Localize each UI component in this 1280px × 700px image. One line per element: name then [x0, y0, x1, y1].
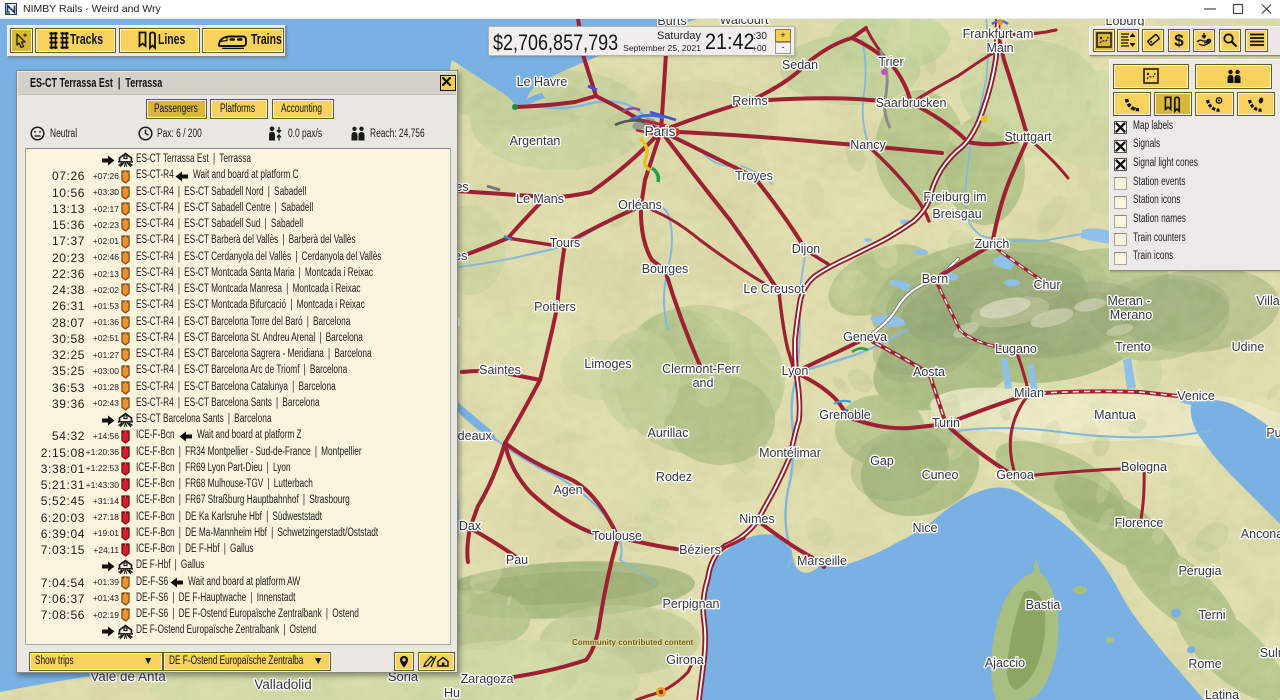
svg-text:Freiburg im: Freiburg im [923, 190, 986, 204]
svg-text:Trier: Trier [878, 55, 903, 69]
svg-text:Turin: Turin [932, 416, 960, 430]
svg-text:Reims: Reims [732, 94, 767, 108]
svg-text:Aurillac: Aurillac [648, 426, 689, 440]
svg-text:Genoa: Genoa [996, 468, 1034, 482]
svg-text:Hu: Hu [444, 686, 460, 700]
svg-text:Meran -: Meran - [1107, 294, 1150, 308]
svg-text:Béziers: Béziers [679, 543, 721, 557]
svg-text:Florence: Florence [1115, 516, 1164, 530]
svg-text:Latina: Latina [1205, 688, 1239, 700]
svg-text:Pu: Pu [1266, 426, 1280, 440]
svg-text:Bourges: Bourges [642, 262, 689, 276]
svg-text:Udine: Udine [1232, 340, 1265, 354]
svg-text:Troyes: Troyes [735, 169, 773, 183]
svg-text:Breisgau: Breisgau [932, 207, 981, 221]
svg-text:Rome: Rome [1188, 657, 1221, 671]
svg-text:Poitiers: Poitiers [534, 300, 576, 314]
svg-text:Bologna: Bologna [1121, 460, 1167, 474]
svg-text:Perugia: Perugia [1178, 564, 1221, 578]
svg-text:Girona: Girona [666, 653, 704, 667]
svg-text:Merano: Merano [1110, 308, 1152, 322]
svg-text:Stuttgart: Stuttgart [1004, 130, 1052, 144]
svg-text:Marseille: Marseille [797, 554, 847, 568]
svg-text:Main: Main [986, 41, 1013, 55]
svg-text:Le Creusot: Le Creusot [743, 282, 805, 296]
svg-text:Toulouse: Toulouse [592, 529, 642, 543]
svg-text:Le Havre: Le Havre [517, 75, 568, 89]
svg-text:Sedan: Sedan [782, 58, 818, 72]
svg-text:Aosta: Aosta [913, 365, 945, 379]
svg-text:Venice: Venice [1177, 389, 1215, 403]
svg-text:Saarbrucken: Saarbrucken [876, 96, 947, 110]
svg-text:Mantua: Mantua [1094, 408, 1136, 422]
svg-text:Nimes: Nimes [739, 512, 774, 526]
svg-text:Montélimar: Montélimar [759, 446, 821, 460]
svg-text:Frankfurt am: Frankfurt am [963, 27, 1034, 41]
svg-text:Zaragoza: Zaragoza [461, 672, 514, 686]
svg-text:Terni: Terni [1198, 608, 1225, 622]
svg-text:Zurich: Zurich [975, 237, 1010, 251]
svg-text:Le Mans: Le Mans [516, 192, 564, 206]
svg-text:Dijon: Dijon [792, 242, 821, 256]
svg-text:Paris: Paris [645, 124, 676, 139]
svg-text:Chur: Chur [1033, 278, 1060, 292]
svg-text:Sulm: Sulm [1260, 646, 1280, 660]
svg-text:Bern: Bern [922, 272, 948, 286]
svg-text:Orléans: Orléans [618, 198, 662, 212]
svg-text:Cuneo: Cuneo [922, 468, 959, 482]
svg-text:Bastia: Bastia [1026, 598, 1061, 612]
svg-text:Limoges: Limoges [584, 357, 631, 371]
svg-text:Grenoble: Grenoble [819, 408, 870, 422]
svg-text:Argentan: Argentan [510, 134, 561, 148]
svg-text:Nancy: Nancy [850, 138, 886, 152]
svg-text:Gap: Gap [870, 454, 894, 468]
svg-text:Trento: Trento [1115, 340, 1151, 354]
svg-text:Rodez: Rodez [656, 470, 692, 484]
svg-text:Perpignan: Perpignan [663, 597, 720, 611]
svg-text:Tours: Tours [550, 236, 581, 250]
svg-text:Lyon: Lyon [782, 364, 809, 378]
svg-text:Dax: Dax [459, 519, 482, 533]
svg-text:Lugano: Lugano [995, 342, 1037, 356]
svg-text:Ajaccio: Ajaccio [985, 656, 1025, 670]
svg-text:Community contributed content: Community contributed content [572, 638, 694, 647]
svg-text:Pau: Pau [506, 553, 528, 567]
svg-text:Villa: Villa [1256, 294, 1279, 308]
svg-text:Nice: Nice [912, 521, 937, 535]
svg-text:and: and [693, 376, 714, 390]
svg-text:Saintes: Saintes [479, 363, 521, 377]
svg-text:Milan: Milan [1014, 386, 1044, 400]
svg-text:Clermont-Ferr: Clermont-Ferr [662, 362, 740, 376]
svg-text:Valladolid: Valladolid [254, 677, 312, 692]
svg-text:Agen: Agen [553, 483, 582, 497]
svg-text:Ancona: Ancona [1241, 527, 1280, 541]
svg-text:Geneva: Geneva [843, 330, 887, 344]
